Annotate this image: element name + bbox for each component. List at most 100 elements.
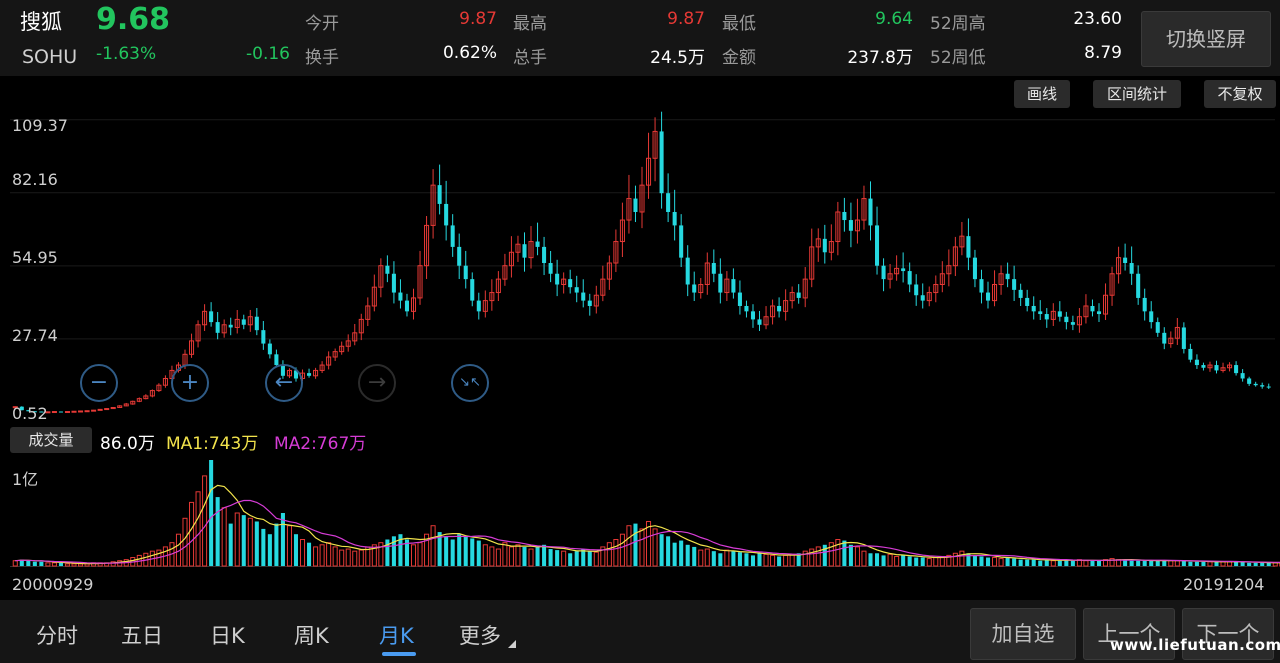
candle-body xyxy=(822,238,827,253)
volume-bar xyxy=(875,553,880,566)
volume-bar xyxy=(528,548,534,567)
volume-chart[interactable] xyxy=(0,456,1280,568)
candle-body xyxy=(972,257,977,280)
y-tick-label: 54.95 xyxy=(12,248,58,267)
no-adjust-button[interactable]: 不复权 xyxy=(1204,80,1276,108)
scroll-right-button[interactable]: → xyxy=(358,364,396,402)
volume-bar xyxy=(215,497,220,566)
tab-weekly-k[interactable]: 周K xyxy=(294,620,329,650)
volume-bar xyxy=(926,558,932,567)
volume-bar xyxy=(495,548,501,567)
volume-bar xyxy=(286,525,292,567)
volume-bar xyxy=(613,539,619,567)
volume-bar xyxy=(581,549,586,566)
volume-bar xyxy=(293,534,299,566)
candle-body xyxy=(104,408,110,411)
candle-body xyxy=(633,198,638,212)
volume-bar xyxy=(470,538,475,566)
volume-bar xyxy=(692,546,697,566)
candle-body xyxy=(848,220,853,231)
volume-bar xyxy=(959,550,965,567)
candle-body xyxy=(476,300,481,312)
volume-bar xyxy=(358,549,364,567)
candle-body xyxy=(581,292,586,301)
volume-bar xyxy=(920,557,925,566)
zoom-in-button[interactable]: + xyxy=(171,364,209,402)
candle-body xyxy=(71,410,77,413)
stat-volume-value: 24.5万 xyxy=(650,48,705,68)
candle-body xyxy=(718,273,723,293)
candle-body xyxy=(1188,348,1193,360)
volume-bar xyxy=(1207,561,1213,567)
volume-bar xyxy=(1057,560,1062,566)
volume-bar xyxy=(770,554,776,567)
volume-ma2: MA2:767万 xyxy=(274,434,367,454)
candle-body xyxy=(215,322,220,333)
volume-bar xyxy=(548,549,553,566)
candle-body xyxy=(97,408,103,411)
volume-bar xyxy=(561,550,567,567)
switch-portrait-button[interactable]: 切换竖屏 xyxy=(1141,11,1271,67)
candle-body xyxy=(737,292,742,306)
volume-bar xyxy=(777,556,782,566)
change-amount: -0.16 xyxy=(246,44,290,64)
candle-body xyxy=(1070,322,1075,325)
volume-bar xyxy=(757,553,762,566)
volume-bar xyxy=(672,542,677,566)
volume-bar xyxy=(542,544,547,566)
candle-body xyxy=(666,193,671,212)
volume-bar xyxy=(1174,560,1180,567)
candle-body xyxy=(881,265,886,280)
volume-bar xyxy=(234,512,240,567)
candle-body xyxy=(731,279,736,293)
candle-body xyxy=(78,410,84,413)
candle-body xyxy=(51,411,57,414)
candle-body xyxy=(757,319,762,325)
volume-bar xyxy=(1070,560,1075,566)
tab-daily-k[interactable]: 日K xyxy=(210,620,245,650)
volume-bar xyxy=(809,548,815,567)
volume-bar xyxy=(639,528,645,567)
zoom-out-button[interactable]: − xyxy=(80,364,118,402)
volume-bar xyxy=(241,515,246,566)
candle-body xyxy=(1214,365,1219,371)
tab-more[interactable]: 更多 xyxy=(459,620,501,650)
volume-bar xyxy=(457,534,462,566)
tab-five-day[interactable]: 五日 xyxy=(121,620,163,650)
volume-bar xyxy=(731,551,736,566)
scroll-left-button[interactable]: ← xyxy=(265,364,303,402)
candle-body xyxy=(444,203,449,226)
volume-bar xyxy=(1005,557,1010,566)
candle-body xyxy=(1149,311,1154,323)
candle-body xyxy=(1096,311,1102,315)
volume-bar xyxy=(195,491,201,567)
candle-body xyxy=(437,185,442,204)
stat-volume-label: 总手 xyxy=(513,48,547,68)
candle-body xyxy=(659,131,664,194)
tab-intraday[interactable]: 分时 xyxy=(36,620,78,650)
candle-body xyxy=(404,300,409,312)
volume-bar xyxy=(535,546,540,566)
volume-bar xyxy=(1050,560,1056,567)
collapse-icon[interactable]: ↘↖ xyxy=(451,364,489,402)
volume-bar xyxy=(887,553,893,567)
stat-turnover-value: 0.62% xyxy=(442,43,497,63)
volume-indicator-button[interactable]: 成交量 xyxy=(10,427,92,453)
candle-body xyxy=(391,273,396,293)
range-stats-button[interactable]: 区间统计 xyxy=(1093,80,1181,108)
volume-bar xyxy=(842,540,847,566)
add-watchlist-button[interactable]: 加自选 xyxy=(970,608,1076,660)
volume-bar xyxy=(972,555,977,566)
volume-bar xyxy=(1162,560,1167,566)
y-tick-label: 27.74 xyxy=(12,326,58,345)
stat-open-label: 今开 xyxy=(305,14,339,34)
candle-body xyxy=(1260,385,1265,387)
volume-bar xyxy=(515,544,521,567)
change-percent: -1.63% xyxy=(96,44,157,64)
draw-line-button[interactable]: 画线 xyxy=(1014,80,1070,108)
volume-bar xyxy=(763,553,769,567)
volume-bar xyxy=(933,557,939,567)
tab-monthly-k[interactable]: 月K xyxy=(379,620,414,650)
candle-body xyxy=(1057,311,1062,317)
candle-body xyxy=(574,287,579,293)
